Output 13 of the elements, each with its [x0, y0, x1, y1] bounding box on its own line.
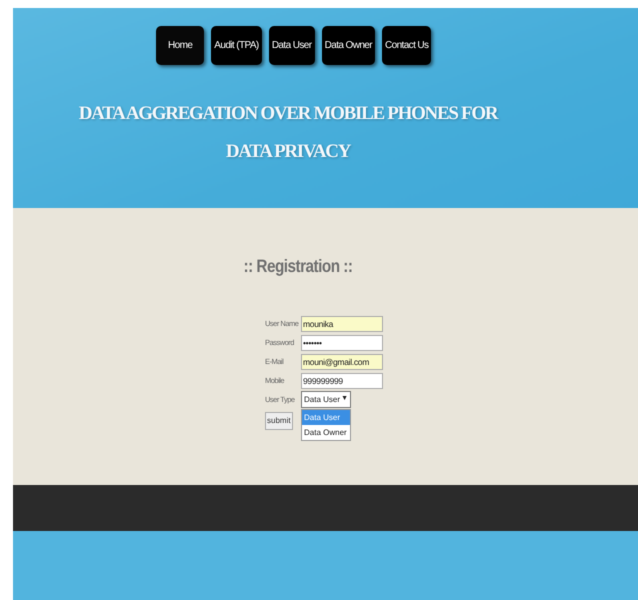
- input-field[interactable]: 999999999: [301, 372, 383, 389]
- nav-button[interactable]: Data User: [268, 26, 315, 65]
- submit-button[interactable]: submit: [265, 412, 293, 430]
- site-title: DATA AGGREGATION OVER MOBILE PHONES FOR DATA PRIVACY: [78, 102, 500, 164]
- input-field[interactable]: •••••••: [301, 334, 383, 351]
- nav-button[interactable]: Home: [156, 26, 204, 65]
- input-field[interactable]: mounika: [301, 316, 383, 332]
- dropdown-option[interactable]: Data Owner: [302, 424, 350, 440]
- form-heading: :: Registration ::: [242, 256, 354, 278]
- nav-button[interactable]: Audit (TPA): [211, 26, 262, 65]
- nav-button[interactable]: Contact Us: [382, 26, 432, 65]
- nav-button[interactable]: Data Owner: [322, 26, 375, 65]
- input-field[interactable]: mouni@gmail.com: [301, 354, 383, 370]
